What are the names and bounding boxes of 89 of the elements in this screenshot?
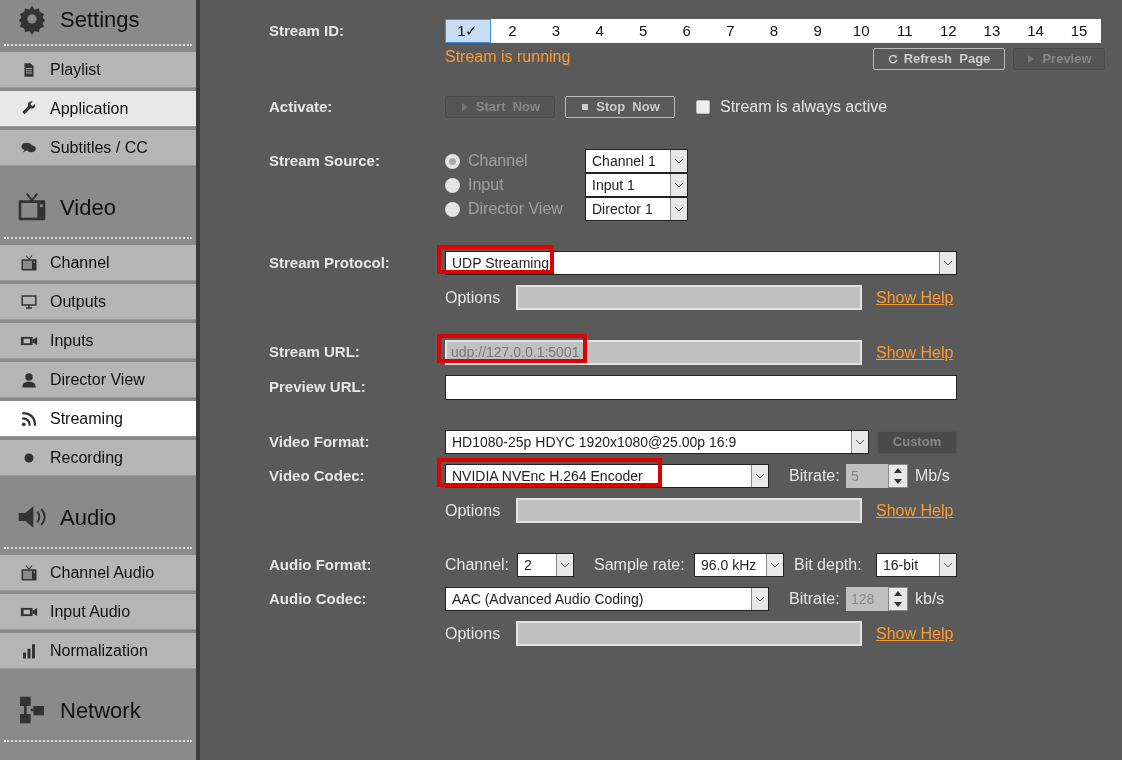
caret-icon [560,562,570,568]
caret-icon [770,562,780,568]
caret-icon [755,473,765,479]
radio-label: Director View [468,199,564,219]
caret-icon [755,596,765,602]
bar-chart-icon [20,641,38,660]
section-title: Audio [60,503,117,532]
stream-id-tab[interactable]: 12 [926,19,971,43]
checkbox-label: Stream is always active [720,97,888,117]
stream-id-tab[interactable]: 4 [577,19,622,43]
text-field[interactable] [445,375,957,400]
radio-label: Channel [468,151,529,171]
section-title: Video [60,193,116,222]
stream-id-tab[interactable]: 10 [839,19,883,43]
sidebar-item[interactable]: Normalization [0,633,196,669]
sidebar-item[interactable]: Outputs [0,284,196,320]
field-label: Video Codec: [269,466,365,484]
bitrate-label: Bitrate: [789,466,841,486]
caret-icon [674,182,684,188]
camera-icon [20,335,38,346]
stream-id-tab[interactable]: 6 [664,19,709,43]
dropdown[interactable]: 16-bit [876,553,957,577]
sidebar-item[interactable]: Channel [0,245,196,281]
camera-icon [20,606,38,617]
stream-id-tab[interactable]: 15 [1057,19,1101,43]
field-label: Preview URL: [269,378,366,396]
sidebar-item[interactable]: Inputs [0,323,196,359]
dropdown[interactable]: 96.0 kHz [694,553,784,577]
sidebar-item[interactable]: Input Audio [0,594,196,630]
caret-icon [674,206,684,212]
sample-rate-label: Sample rate: [594,555,686,575]
bitrate-label: Bitrate: [789,589,841,609]
field-label: Stream Protocol: [269,253,390,271]
caret-icon [674,158,684,164]
tv-icon [20,563,38,582]
bit-depth-label: Bit depth: [794,555,863,575]
dropdown[interactable]: AAC (Advanced Audio Coding) [445,587,769,611]
section-title: Network [60,696,141,725]
caret-icon [855,439,865,445]
dropdown[interactable]: HD1080-25p HDYC 1920x1080@25.00p 16:9 [445,430,869,454]
stop-icon [580,102,591,112]
stream-id-tab[interactable]: 14 [1013,19,1058,43]
field-label: Video Format: [269,432,370,450]
gear-icon [16,3,48,35]
stream-id-tab[interactable]: 9 [795,19,840,43]
stream-id-tab[interactable]: 2 [490,19,535,43]
refresh-icon [887,54,898,64]
monitor-icon [20,292,38,311]
stream-id-tab[interactable]: 8 [752,19,796,43]
stream-id-tab[interactable]: 5 [621,19,665,43]
sidebar-item[interactable]: Recording [0,440,196,476]
caret-icon [943,260,953,266]
unit-label: Mb/s [915,466,950,486]
tv-icon [16,191,48,223]
radio-label: Input [468,175,505,195]
person-icon [20,370,38,389]
caret-icon [943,562,953,568]
sidebar-item[interactable]: Playlist [0,52,196,88]
channel-label: Channel: [445,555,511,575]
sidebar-item[interactable]: Streaming [0,401,196,437]
stream-id-tab[interactable]: 1✓ [445,19,491,43]
button[interactable]: Stop Now [565,96,675,118]
field-label: Stream URL: [269,343,360,361]
stream-id-tab[interactable]: 13 [970,19,1014,43]
checkbox[interactable] [696,100,710,114]
field-label: Audio Codec: [269,589,367,607]
options-label: Options [445,287,502,308]
sidebar-item[interactable]: Channel Audio [0,555,196,591]
field-label: Audio Format: [269,555,372,573]
sidebar-item[interactable]: Application [0,91,196,127]
field-label: Activate: [269,97,333,115]
tv-icon [20,253,38,272]
sidebar-item[interactable]: Director View [0,362,196,398]
field-label: Stream ID: [269,21,345,39]
sidebar-item[interactable]: Subtitles / CC [0,130,196,166]
field-label: Stream Source: [269,151,380,169]
status-text: Stream is running [445,47,571,67]
dropdown[interactable]: UDP Streaming [445,251,957,275]
stream-id-tab[interactable]: 7 [708,19,753,43]
dropdown[interactable]: 2 [517,553,574,577]
options-label: Options [445,500,502,521]
button[interactable]: Refresh Page [873,48,1005,70]
stream-id-tab[interactable]: 11 [882,19,927,43]
options-label: Options [445,623,502,644]
rss-icon [20,409,38,428]
section-title: Settings [60,5,140,34]
stream-id-tab[interactable]: 3 [534,19,578,43]
play-icon [459,102,470,112]
unit-label: kb/s [915,589,945,609]
